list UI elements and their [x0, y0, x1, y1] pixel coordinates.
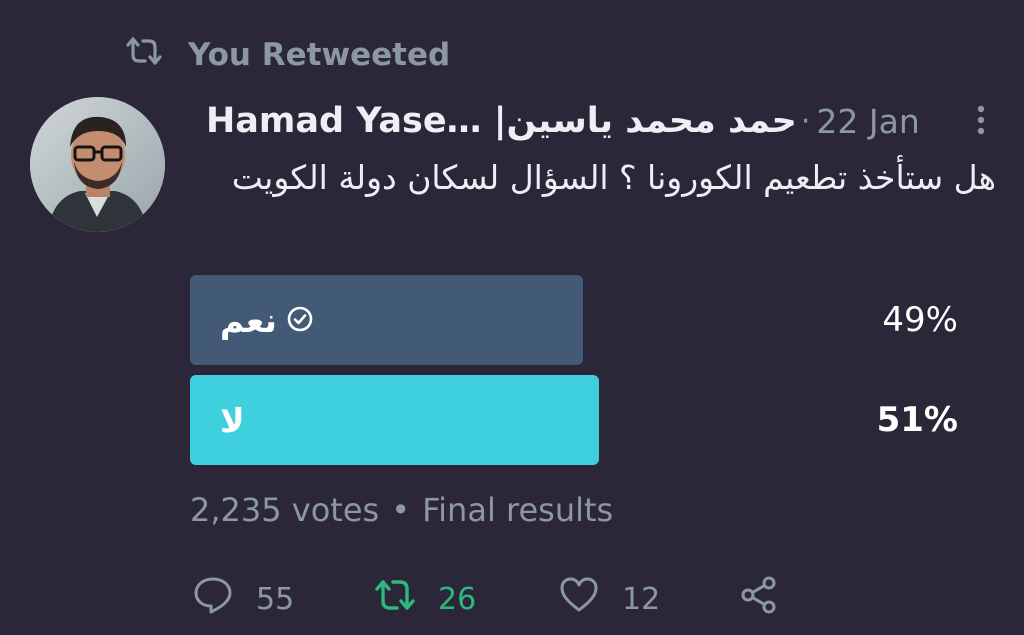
retweet-icon: [374, 574, 416, 624]
poll-option-percent: 51%: [876, 400, 958, 440]
poll-status: Final results: [422, 491, 614, 529]
header-separator: ·: [800, 103, 811, 139]
poll-option-text: نعم: [220, 300, 277, 340]
like-button[interactable]: 12: [558, 575, 660, 623]
avatar[interactable]: [30, 97, 165, 232]
like-count: 12: [622, 581, 661, 617]
retweet-button[interactable]: 26: [374, 575, 476, 623]
retweet-banner-text: You Retweeted: [188, 37, 451, 73]
share-icon: [738, 574, 780, 624]
tweet-header: Hamad Yase… |حمد محمد ياسين · 22 Jan: [206, 96, 996, 146]
poll-bar: [190, 375, 599, 465]
share-button[interactable]: [738, 575, 780, 623]
check-circle-icon: [287, 301, 313, 340]
poll-meta: 2,235 votes • Final results: [190, 488, 613, 532]
action-bar: 55 26 12: [190, 575, 810, 623]
tweet-text: هل ستأخذ تطعيم الكورونا ؟ السؤال لسكان د…: [231, 158, 996, 197]
poll-option-yes: نعم 49%: [190, 275, 990, 365]
retweet-count: 26: [438, 581, 477, 617]
poll-option-no: لا 51%: [190, 375, 990, 465]
poll-option-percent: 49%: [882, 300, 958, 340]
poll-option-text: لا: [220, 400, 245, 440]
tweet-date[interactable]: 22 Jan: [816, 102, 919, 141]
retweet-banner: You Retweeted: [124, 30, 450, 80]
reply-button[interactable]: 55: [192, 575, 294, 623]
vote-count: 2,235 votes: [190, 491, 380, 529]
poll-option-label: لا: [220, 375, 245, 465]
retweet-icon: [124, 35, 164, 75]
author-name[interactable]: Hamad Yase… |حمد محمد ياسين: [206, 101, 797, 141]
heart-icon: [558, 574, 600, 624]
reply-icon: [192, 574, 234, 624]
more-options-icon[interactable]: [966, 100, 996, 140]
meta-separator: •: [391, 491, 411, 529]
reply-count: 55: [256, 581, 295, 617]
poll-option-label: نعم: [220, 275, 313, 365]
